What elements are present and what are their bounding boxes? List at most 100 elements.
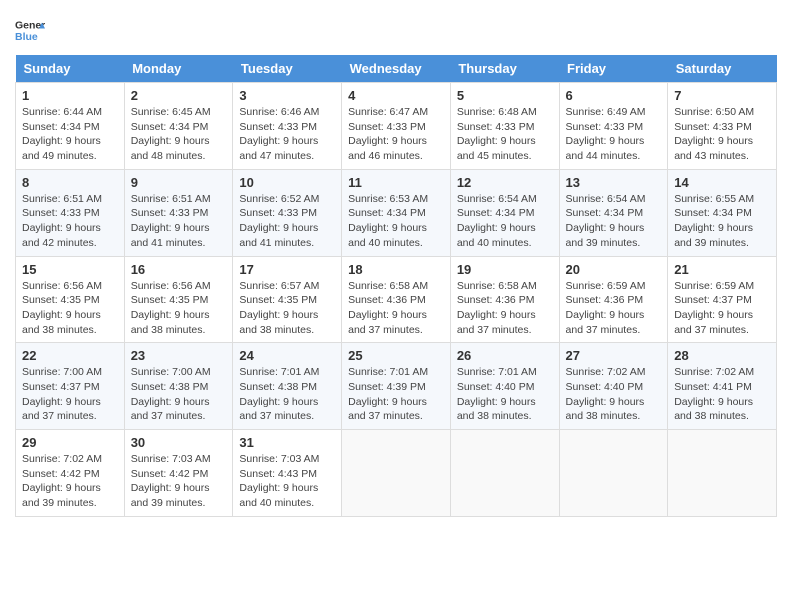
day-number: 5 [457,88,553,103]
day-cell: 16 Sunrise: 6:56 AM Sunset: 4:35 PM Dayl… [124,256,233,343]
day-cell: 23 Sunrise: 7:00 AM Sunset: 4:38 PM Dayl… [124,343,233,430]
day-detail: Sunrise: 6:51 AM Sunset: 4:33 PM Dayligh… [131,192,227,251]
day-number: 7 [674,88,770,103]
day-cell: 19 Sunrise: 6:58 AM Sunset: 4:36 PM Dayl… [450,256,559,343]
day-detail: Sunrise: 6:49 AM Sunset: 4:33 PM Dayligh… [566,105,662,164]
day-number: 18 [348,262,444,277]
day-detail: Sunrise: 6:47 AM Sunset: 4:33 PM Dayligh… [348,105,444,164]
day-cell: 10 Sunrise: 6:52 AM Sunset: 4:33 PM Dayl… [233,169,342,256]
day-number: 19 [457,262,553,277]
day-detail: Sunrise: 7:01 AM Sunset: 4:40 PM Dayligh… [457,365,553,424]
day-detail: Sunrise: 7:03 AM Sunset: 4:43 PM Dayligh… [239,452,335,511]
day-number: 15 [22,262,118,277]
day-cell: 22 Sunrise: 7:00 AM Sunset: 4:37 PM Dayl… [16,343,125,430]
day-cell: 9 Sunrise: 6:51 AM Sunset: 4:33 PM Dayli… [124,169,233,256]
day-cell: 27 Sunrise: 7:02 AM Sunset: 4:40 PM Dayl… [559,343,668,430]
day-cell [559,430,668,517]
day-cell: 20 Sunrise: 6:59 AM Sunset: 4:36 PM Dayl… [559,256,668,343]
day-cell: 29 Sunrise: 7:02 AM Sunset: 4:42 PM Dayl… [16,430,125,517]
day-cell: 11 Sunrise: 6:53 AM Sunset: 4:34 PM Dayl… [342,169,451,256]
day-number: 1 [22,88,118,103]
weekday-sunday: Sunday [16,55,125,83]
weekday-friday: Friday [559,55,668,83]
weekday-thursday: Thursday [450,55,559,83]
day-detail: Sunrise: 6:56 AM Sunset: 4:35 PM Dayligh… [131,279,227,338]
week-row-1: 1 Sunrise: 6:44 AM Sunset: 4:34 PM Dayli… [16,83,777,170]
day-cell: 14 Sunrise: 6:55 AM Sunset: 4:34 PM Dayl… [668,169,777,256]
day-cell: 28 Sunrise: 7:02 AM Sunset: 4:41 PM Dayl… [668,343,777,430]
day-detail: Sunrise: 6:59 AM Sunset: 4:37 PM Dayligh… [674,279,770,338]
day-detail: Sunrise: 6:58 AM Sunset: 4:36 PM Dayligh… [348,279,444,338]
day-cell [342,430,451,517]
svg-text:Blue: Blue [15,31,38,43]
day-number: 11 [348,175,444,190]
day-number: 28 [674,348,770,363]
day-detail: Sunrise: 6:54 AM Sunset: 4:34 PM Dayligh… [566,192,662,251]
day-cell [668,430,777,517]
day-number: 23 [131,348,227,363]
day-number: 10 [239,175,335,190]
day-detail: Sunrise: 7:01 AM Sunset: 4:38 PM Dayligh… [239,365,335,424]
day-number: 14 [674,175,770,190]
day-cell: 24 Sunrise: 7:01 AM Sunset: 4:38 PM Dayl… [233,343,342,430]
weekday-tuesday: Tuesday [233,55,342,83]
weekday-wednesday: Wednesday [342,55,451,83]
week-row-2: 8 Sunrise: 6:51 AM Sunset: 4:33 PM Dayli… [16,169,777,256]
day-detail: Sunrise: 6:44 AM Sunset: 4:34 PM Dayligh… [22,105,118,164]
day-number: 21 [674,262,770,277]
day-cell: 1 Sunrise: 6:44 AM Sunset: 4:34 PM Dayli… [16,83,125,170]
day-number: 24 [239,348,335,363]
day-number: 30 [131,435,227,450]
day-detail: Sunrise: 6:45 AM Sunset: 4:34 PM Dayligh… [131,105,227,164]
week-row-4: 22 Sunrise: 7:00 AM Sunset: 4:37 PM Dayl… [16,343,777,430]
day-cell: 3 Sunrise: 6:46 AM Sunset: 4:33 PM Dayli… [233,83,342,170]
day-cell: 17 Sunrise: 6:57 AM Sunset: 4:35 PM Dayl… [233,256,342,343]
day-detail: Sunrise: 7:00 AM Sunset: 4:38 PM Dayligh… [131,365,227,424]
weekday-saturday: Saturday [668,55,777,83]
day-number: 13 [566,175,662,190]
day-number: 16 [131,262,227,277]
day-number: 27 [566,348,662,363]
day-detail: Sunrise: 7:03 AM Sunset: 4:42 PM Dayligh… [131,452,227,511]
day-cell: 30 Sunrise: 7:03 AM Sunset: 4:42 PM Dayl… [124,430,233,517]
day-cell: 21 Sunrise: 6:59 AM Sunset: 4:37 PM Dayl… [668,256,777,343]
day-detail: Sunrise: 6:56 AM Sunset: 4:35 PM Dayligh… [22,279,118,338]
day-number: 12 [457,175,553,190]
day-number: 8 [22,175,118,190]
day-number: 26 [457,348,553,363]
day-detail: Sunrise: 7:02 AM Sunset: 4:40 PM Dayligh… [566,365,662,424]
day-detail: Sunrise: 6:57 AM Sunset: 4:35 PM Dayligh… [239,279,335,338]
day-number: 6 [566,88,662,103]
day-cell: 13 Sunrise: 6:54 AM Sunset: 4:34 PM Dayl… [559,169,668,256]
day-number: 22 [22,348,118,363]
day-detail: Sunrise: 7:00 AM Sunset: 4:37 PM Dayligh… [22,365,118,424]
day-cell: 7 Sunrise: 6:50 AM Sunset: 4:33 PM Dayli… [668,83,777,170]
day-cell: 6 Sunrise: 6:49 AM Sunset: 4:33 PM Dayli… [559,83,668,170]
day-cell: 8 Sunrise: 6:51 AM Sunset: 4:33 PM Dayli… [16,169,125,256]
day-number: 9 [131,175,227,190]
day-cell: 15 Sunrise: 6:56 AM Sunset: 4:35 PM Dayl… [16,256,125,343]
logo-icon: General Blue [15,15,45,45]
day-number: 3 [239,88,335,103]
day-detail: Sunrise: 6:53 AM Sunset: 4:34 PM Dayligh… [348,192,444,251]
day-detail: Sunrise: 6:55 AM Sunset: 4:34 PM Dayligh… [674,192,770,251]
day-cell: 26 Sunrise: 7:01 AM Sunset: 4:40 PM Dayl… [450,343,559,430]
day-detail: Sunrise: 6:48 AM Sunset: 4:33 PM Dayligh… [457,105,553,164]
day-detail: Sunrise: 7:02 AM Sunset: 4:41 PM Dayligh… [674,365,770,424]
day-number: 2 [131,88,227,103]
day-number: 20 [566,262,662,277]
day-number: 29 [22,435,118,450]
day-number: 31 [239,435,335,450]
header: General Blue [15,15,777,45]
day-cell: 4 Sunrise: 6:47 AM Sunset: 4:33 PM Dayli… [342,83,451,170]
day-number: 4 [348,88,444,103]
day-cell: 31 Sunrise: 7:03 AM Sunset: 4:43 PM Dayl… [233,430,342,517]
day-number: 25 [348,348,444,363]
day-detail: Sunrise: 7:01 AM Sunset: 4:39 PM Dayligh… [348,365,444,424]
day-number: 17 [239,262,335,277]
logo: General Blue [15,15,45,45]
week-row-5: 29 Sunrise: 7:02 AM Sunset: 4:42 PM Dayl… [16,430,777,517]
day-detail: Sunrise: 6:58 AM Sunset: 4:36 PM Dayligh… [457,279,553,338]
day-detail: Sunrise: 6:46 AM Sunset: 4:33 PM Dayligh… [239,105,335,164]
week-row-3: 15 Sunrise: 6:56 AM Sunset: 4:35 PM Dayl… [16,256,777,343]
